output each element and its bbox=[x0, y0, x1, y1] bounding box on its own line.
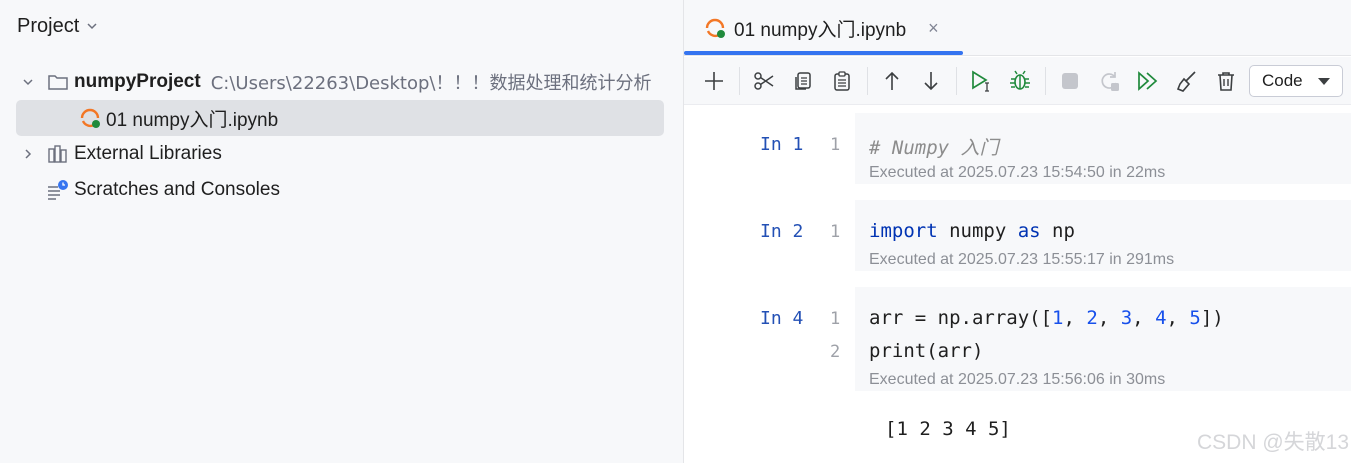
editor-tab-bar: 01 numpy入门.ipynb × bbox=[684, 0, 1351, 56]
panel-title: Project bbox=[17, 14, 80, 37]
run-all-icon[interactable] bbox=[1132, 65, 1164, 97]
line-number: 1 bbox=[830, 135, 841, 155]
keyword-token: as bbox=[1017, 220, 1041, 242]
folder-icon bbox=[46, 70, 70, 94]
tab-label: 01 numpy入门.ipynb bbox=[734, 19, 907, 41]
number-token: 3 bbox=[1120, 307, 1133, 329]
number-token: 4 bbox=[1155, 307, 1167, 329]
execution-info: Executed at 2025.07.23 15:55:17 in 291ms bbox=[869, 251, 1175, 268]
number-token: 2 bbox=[1086, 307, 1098, 329]
jupyter-icon bbox=[78, 106, 102, 130]
debug-icon[interactable] bbox=[1004, 65, 1036, 97]
cell-execution-label: In 1 bbox=[760, 134, 804, 155]
code-token: arr = np.array([ bbox=[869, 307, 1053, 329]
jupyter-icon bbox=[704, 17, 726, 39]
separator-token: , bbox=[1166, 307, 1190, 329]
move-up-icon[interactable] bbox=[876, 65, 908, 97]
add-cell-icon[interactable] bbox=[698, 65, 730, 97]
scratches-icon bbox=[46, 178, 70, 202]
delete-icon[interactable] bbox=[1210, 65, 1242, 97]
toolbar-divider bbox=[956, 66, 957, 95]
copy-icon[interactable] bbox=[787, 65, 819, 97]
code-line[interactable]: import numpy as np bbox=[869, 220, 1075, 242]
tab-notebook[interactable]: 01 numpy入门.ipynb × bbox=[684, 0, 964, 56]
notebook-file-label: 01 numpy入门.ipynb bbox=[106, 109, 279, 131]
execution-info: Executed at 2025.07.23 15:56:06 in 30ms bbox=[869, 371, 1166, 388]
tree-item-scratches[interactable]: Scratches and Consoles bbox=[16, 172, 664, 208]
separator-token: , bbox=[1132, 307, 1156, 329]
line-number: 2 bbox=[830, 342, 841, 362]
line-number: 1 bbox=[830, 309, 841, 329]
code-line[interactable]: print(arr) bbox=[869, 340, 983, 362]
active-tab-indicator bbox=[684, 51, 963, 55]
code-cell[interactable]: import numpy as np Executed at 2025.07.2… bbox=[855, 200, 1351, 271]
library-icon bbox=[46, 142, 70, 166]
number-token: 1 bbox=[1052, 307, 1064, 329]
code-token: ]) bbox=[1200, 307, 1224, 329]
chevron-right-icon[interactable] bbox=[16, 142, 40, 166]
chevron-down-icon[interactable] bbox=[16, 70, 40, 94]
chevron-down-icon bbox=[87, 23, 97, 30]
tree-item-notebook[interactable]: 01 numpy入门.ipynb bbox=[16, 100, 664, 136]
tree-item-project[interactable]: numpyProject C:\Users\22263\Desktop\！！！数… bbox=[16, 64, 664, 100]
code-line[interactable]: arr = np.array([1, 2, 3, 4, 5]) bbox=[869, 307, 1224, 329]
dropdown-arrow-icon bbox=[1318, 78, 1330, 85]
restart-icon[interactable] bbox=[1093, 65, 1125, 97]
cell-output: [1 2 3 4 5] bbox=[885, 418, 1011, 440]
code-cell[interactable]: # Numpy 入门 Executed at 2025.07.23 15:54:… bbox=[855, 113, 1351, 184]
toolbar-divider bbox=[1045, 66, 1046, 95]
scratches-label: Scratches and Consoles bbox=[74, 179, 280, 200]
project-view-selector[interactable]: Project bbox=[17, 12, 99, 40]
code-line[interactable]: # Numpy 入门 bbox=[869, 133, 999, 160]
keyword-token: import bbox=[869, 220, 938, 242]
paste-icon[interactable] bbox=[826, 65, 858, 97]
notebook-editor: 01 numpy入门.ipynb × Code In 1 1 # Numpy 入… bbox=[684, 0, 1351, 463]
watermark: CSDN @失散13 bbox=[1196, 431, 1349, 454]
execution-info: Executed at 2025.07.23 15:54:50 in 22ms bbox=[869, 164, 1166, 181]
run-cell-icon[interactable] bbox=[965, 65, 997, 97]
tree-item-external-libraries[interactable]: External Libraries bbox=[16, 136, 664, 172]
line-number: 1 bbox=[830, 222, 841, 242]
cell-execution-label: In 4 bbox=[760, 308, 804, 329]
code-cell[interactable]: arr = np.array([1, 2, 3, 4, 5]) print(ar… bbox=[855, 287, 1351, 391]
notebook-toolbar: Code bbox=[684, 57, 1351, 105]
separator-token: , bbox=[1063, 307, 1087, 329]
project-name: numpyProject bbox=[74, 71, 201, 92]
cell-type-select[interactable]: Code bbox=[1249, 65, 1343, 97]
identifier-token: numpy bbox=[937, 220, 1018, 242]
external-libraries-label: External Libraries bbox=[74, 143, 222, 164]
identifier-token: np bbox=[1040, 220, 1075, 242]
separator-token: , bbox=[1097, 307, 1121, 329]
clear-outputs-icon[interactable] bbox=[1171, 65, 1203, 97]
toolbar-divider bbox=[739, 66, 740, 95]
cut-icon[interactable] bbox=[748, 65, 780, 97]
close-icon[interactable]: × bbox=[928, 18, 939, 39]
project-panel: Project numpyProject C:\Users\22263\Desk… bbox=[0, 0, 684, 463]
cell-execution-label: In 2 bbox=[760, 221, 804, 242]
move-down-icon[interactable] bbox=[915, 65, 947, 97]
number-token: 5 bbox=[1189, 307, 1201, 329]
project-path: C:\Users\22263\Desktop\！！！数据处理和统计分析 bbox=[210, 73, 652, 94]
stop-icon[interactable] bbox=[1054, 65, 1086, 97]
toolbar-divider bbox=[867, 66, 868, 95]
cell-type-value: Code bbox=[1262, 71, 1303, 90]
